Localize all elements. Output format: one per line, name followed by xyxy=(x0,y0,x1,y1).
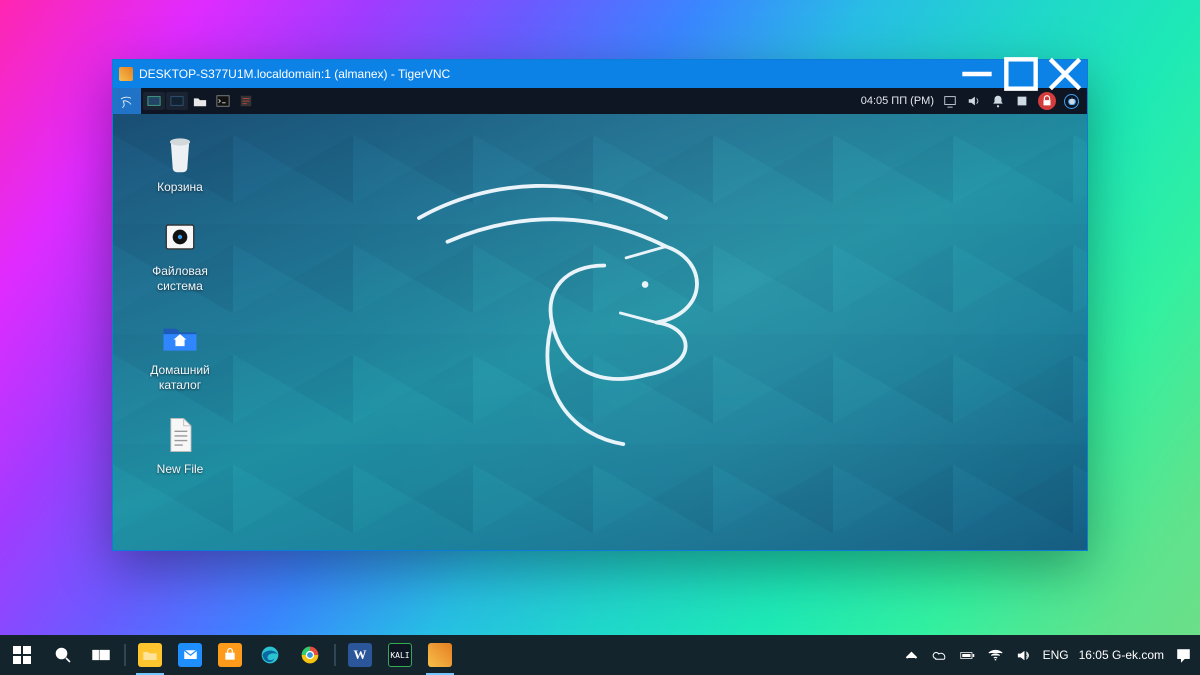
sound-icon[interactable] xyxy=(1015,646,1033,664)
minimize-button[interactable] xyxy=(955,60,999,88)
search-button[interactable] xyxy=(44,635,82,675)
desktop-icon-trash[interactable]: Корзина xyxy=(129,126,231,198)
taskbar-app-mail[interactable] xyxy=(170,635,210,675)
taskbar-app-chrome[interactable] xyxy=(290,635,330,675)
wifi-icon[interactable] xyxy=(987,646,1005,664)
network-icon[interactable] xyxy=(942,93,958,109)
workspace-switcher-2-icon[interactable] xyxy=(166,92,188,110)
power-icon[interactable] xyxy=(1064,94,1079,109)
maximize-button[interactable] xyxy=(999,60,1043,88)
taskbar-app-explorer[interactable] xyxy=(130,635,170,675)
home-folder-icon xyxy=(157,313,203,359)
tigervnc-icon xyxy=(119,67,133,81)
volume-icon[interactable] xyxy=(966,93,982,109)
desktop-icon-filesystem[interactable]: Файловая система xyxy=(129,210,231,297)
desktop-icon-label: New File xyxy=(157,462,204,476)
taskbar-system-tray: ENG 16:05 G-ek.com xyxy=(895,646,1200,664)
task-view-button[interactable] xyxy=(82,635,120,675)
vnc-title: DESKTOP-S377U1M.localdomain:1 (almanex) … xyxy=(139,67,450,81)
text-file-icon xyxy=(157,412,203,458)
onedrive-icon[interactable] xyxy=(931,646,949,664)
close-button[interactable] xyxy=(1043,60,1087,88)
lock-screen-icon[interactable] xyxy=(1038,92,1056,110)
start-button[interactable] xyxy=(0,635,44,675)
kali-top-panel: 04:05 ПП (PM) xyxy=(113,88,1087,114)
kali-dragon-logo xyxy=(381,151,761,460)
windows-taskbar: W KALI ENG 16:05 G-ek.com xyxy=(0,635,1200,675)
notifications-icon[interactable] xyxy=(990,93,1006,109)
panel-quicklaunch xyxy=(143,92,257,110)
tray-overflow-icon[interactable] xyxy=(903,646,921,664)
taskbar-app-kali-badge[interactable]: KALI xyxy=(380,635,420,675)
tigervnc-window: DESKTOP-S377U1M.localdomain:1 (almanex) … xyxy=(112,59,1088,551)
desktop-icon-label: Домашний каталог xyxy=(131,363,229,392)
language-indicator[interactable]: ENG xyxy=(1043,648,1069,662)
desktop-icon-label: Файловая система xyxy=(131,264,229,293)
text-editor-icon[interactable] xyxy=(235,92,257,110)
file-manager-icon[interactable] xyxy=(189,92,211,110)
desktop-icon-label: Корзина xyxy=(157,180,203,194)
kali-desktop[interactable]: Корзина Файловая система Домашний катало… xyxy=(113,114,1087,550)
taskbar-app-edge[interactable] xyxy=(250,635,290,675)
trash-icon xyxy=(157,130,203,176)
terminal-icon[interactable] xyxy=(212,92,234,110)
battery-icon[interactable] xyxy=(959,646,977,664)
kali-clock[interactable]: 04:05 ПП (PM) xyxy=(861,95,934,107)
vnc-titlebar[interactable]: DESKTOP-S377U1M.localdomain:1 (almanex) … xyxy=(113,60,1087,88)
action-center-icon[interactable] xyxy=(1174,646,1192,664)
desktop-icons: Корзина Файловая система Домашний катало… xyxy=(125,126,235,480)
taskbar-divider xyxy=(124,644,126,666)
updates-icon[interactable] xyxy=(1014,93,1030,109)
taskbar-app-word[interactable]: W xyxy=(340,635,380,675)
desktop-icon-new-file[interactable]: New File xyxy=(129,408,231,480)
workspace-switcher-1-icon[interactable] xyxy=(143,92,165,110)
drive-icon xyxy=(157,214,203,260)
kali-system-tray: 04:05 ПП (PM) xyxy=(861,92,1087,110)
desktop-icon-home[interactable]: Домашний каталог xyxy=(129,309,231,396)
taskbar-app-tigervnc[interactable] xyxy=(420,635,460,675)
taskbar-divider xyxy=(334,644,336,666)
taskbar-app-store[interactable] xyxy=(210,635,250,675)
taskbar-clock[interactable]: 16:05 G-ek.com xyxy=(1079,649,1164,661)
kali-menu-button[interactable] xyxy=(113,88,141,114)
